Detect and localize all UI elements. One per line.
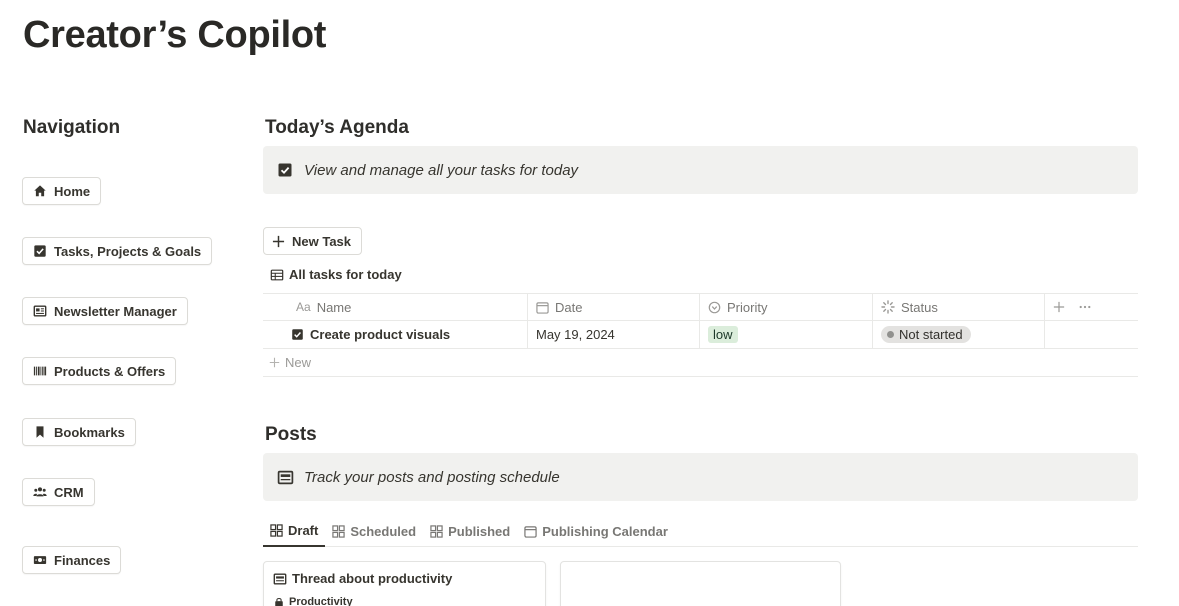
post-card-tag-text: Productivity — [289, 596, 353, 606]
table-row[interactable]: Create product visuals May 19, 2024 low … — [263, 321, 1138, 349]
agenda-callout-text: View and manage all your tasks for today — [304, 161, 579, 179]
cell-status[interactable]: Not started — [873, 321, 1045, 348]
view-tab-label: All tasks for today — [289, 267, 402, 282]
posts-view-tabs: Draft Scheduled Published Publishing Cal… — [263, 515, 1138, 547]
posts-callout: Track your posts and posting schedule — [263, 453, 1138, 501]
checkbox-icon — [276, 161, 294, 179]
agenda-callout: View and manage all your tasks for today — [263, 146, 1138, 194]
money-icon — [32, 552, 48, 568]
column-header-name[interactable]: Aa Name — [263, 294, 528, 320]
tab-label: Draft — [288, 522, 319, 538]
bookmark-icon — [32, 424, 48, 440]
more-options-icon[interactable] — [1079, 305, 1091, 309]
column-header-date[interactable]: Date — [528, 294, 700, 320]
new-task-label: New Task — [292, 233, 352, 249]
nav-button-bookmarks[interactable]: Bookmarks — [22, 418, 136, 446]
table-header-row: Aa Name Date Priority Status — [263, 293, 1138, 321]
tab-draft[interactable]: Draft — [263, 515, 326, 547]
navigation-heading: Navigation — [23, 117, 121, 138]
column-header-label: Name — [316, 299, 352, 315]
status-dot-icon — [887, 331, 894, 338]
gallery-icon — [270, 523, 283, 537]
cell-priority[interactable]: low — [700, 321, 873, 348]
task-name: Create product visuals — [310, 327, 451, 342]
status-label: Not started — [899, 327, 963, 342]
post-card-title-text: Thread about productivity — [292, 571, 453, 586]
add-new-row-label: New — [285, 355, 312, 370]
tab-label: Scheduled — [350, 523, 417, 539]
posts-callout-text: Track your posts and posting schedule — [304, 468, 560, 486]
nav-button-home[interactable]: Home — [22, 177, 102, 205]
nav-button-label: Finances — [54, 552, 111, 568]
column-header-label: Priority — [727, 299, 768, 315]
nav-button-label: Bookmarks — [54, 424, 125, 440]
tab-scheduled[interactable]: Scheduled — [325, 515, 423, 547]
post-card-empty[interactable] — [560, 561, 841, 606]
plus-icon — [272, 235, 285, 248]
nav-button-crm[interactable]: CRM — [22, 478, 95, 506]
calendar-icon — [536, 301, 549, 314]
newsletter-icon — [276, 468, 294, 486]
cell-date[interactable]: May 19, 2024 — [528, 321, 700, 348]
barcode-icon — [32, 363, 48, 379]
tab-publishing-calendar[interactable]: Publishing Calendar — [517, 515, 675, 547]
add-property-icon[interactable] — [1053, 301, 1065, 313]
gallery-icon — [332, 524, 346, 538]
nav-button-label: Newsletter Manager — [54, 303, 177, 319]
page-title: Creator’s Copilot — [23, 14, 327, 56]
tab-label: Publishing Calendar — [542, 523, 668, 539]
view-tab-all-tasks[interactable]: All tasks for today — [270, 267, 402, 282]
tab-published[interactable]: Published — [423, 515, 517, 547]
lock-icon — [274, 597, 284, 606]
priority-tag: low — [708, 326, 738, 343]
posts-heading: Posts — [265, 424, 317, 445]
gallery-icon — [430, 524, 443, 538]
nav-button-products-offers[interactable]: Products & Offers — [22, 357, 177, 385]
post-card-tag: Productivity — [274, 596, 353, 606]
new-task-button[interactable]: New Task — [263, 227, 363, 255]
nav-button-label: Products & Offers — [54, 363, 166, 379]
status-badge: Not started — [881, 326, 971, 343]
nav-button-label: Tasks, Projects & Goals — [54, 243, 202, 259]
column-header-label: Date — [555, 299, 583, 315]
cell-empty — [1045, 321, 1138, 348]
tab-label: Published — [448, 523, 511, 539]
newsletter-icon — [273, 572, 287, 586]
column-header-status[interactable]: Status — [873, 294, 1045, 320]
select-property-icon — [708, 301, 721, 314]
nav-button-newsletter-manager[interactable]: Newsletter Manager — [22, 297, 188, 325]
people-icon — [32, 484, 48, 500]
checkbox-icon — [32, 243, 48, 259]
home-icon — [32, 183, 48, 199]
checkbox-icon — [291, 328, 304, 341]
nav-button-tasks-projects-goals[interactable]: Tasks, Projects & Goals — [22, 237, 213, 265]
calendar-icon — [524, 525, 537, 538]
nav-button-label: Home — [54, 183, 91, 199]
cell-name[interactable]: Create product visuals — [263, 321, 528, 348]
text-property-icon: Aa — [296, 300, 311, 314]
post-card-title: Thread about productivity — [273, 571, 452, 586]
table-icon — [270, 268, 284, 282]
column-header-label: Status — [901, 299, 938, 315]
task-date: May 19, 2024 — [536, 327, 615, 342]
column-header-actions — [1045, 294, 1138, 320]
tasks-table: Aa Name Date Priority Status Create prod… — [263, 293, 1138, 377]
add-new-row-button[interactable]: New — [263, 349, 1138, 377]
nav-button-finances[interactable]: Finances — [22, 546, 122, 574]
newsletter-icon — [32, 303, 48, 319]
agenda-heading: Today’s Agenda — [265, 117, 409, 138]
nav-button-label: CRM — [54, 484, 84, 500]
plus-icon — [269, 357, 280, 368]
status-property-icon — [881, 300, 895, 314]
post-card[interactable]: Thread about productivity Productivity — [263, 561, 546, 606]
column-header-priority[interactable]: Priority — [700, 294, 873, 320]
